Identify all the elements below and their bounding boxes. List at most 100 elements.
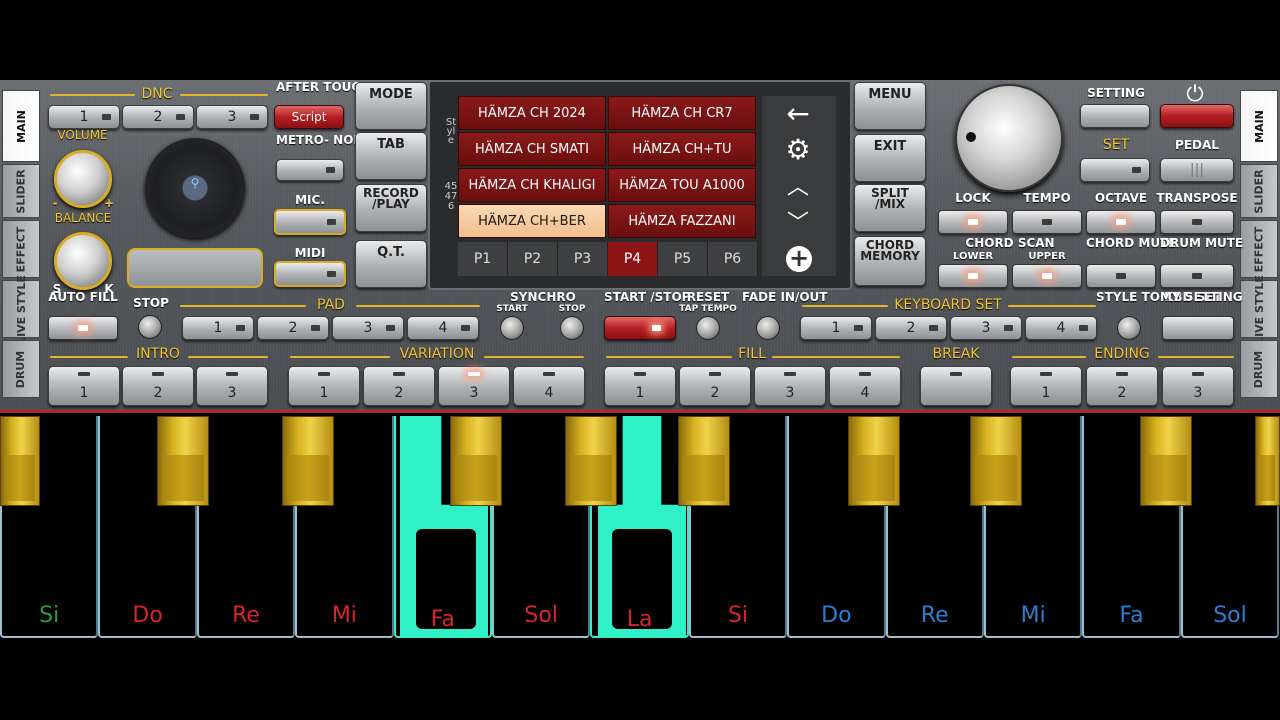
power-button[interactable] <box>1160 104 1234 128</box>
tab-effect-right[interactable]: EFFECT <box>1240 220 1278 278</box>
exit-button[interactable]: EXIT <box>854 134 926 182</box>
tab-slider-right[interactable]: SLIDER <box>1240 164 1278 218</box>
intro-button-2[interactable]: 2 <box>122 366 194 406</box>
variation-button-3[interactable]: 3 <box>438 366 510 406</box>
tab-live-style-left[interactable]: LIVE STYLE <box>2 275 40 343</box>
fill-button-2[interactable]: 2 <box>679 366 751 406</box>
intro-button-3[interactable]: 3 <box>196 366 268 406</box>
black-key[interactable] <box>282 416 334 506</box>
kbd-set-button-2[interactable]: 2 <box>875 316 947 340</box>
dnc-button-1[interactable]: 1 <box>48 105 120 129</box>
black-key[interactable] <box>970 416 1022 506</box>
style-item[interactable]: HÄMZA CH CR7 <box>608 96 756 130</box>
auto-fill-button[interactable] <box>48 316 118 340</box>
ending-button-1[interactable]: 1 <box>1010 366 1082 406</box>
octave-button[interactable] <box>1086 210 1156 234</box>
page-tab-p5[interactable]: P5 <box>658 242 708 276</box>
fill-button-1[interactable]: 1 <box>604 366 676 406</box>
style-item[interactable]: HÄMZA CH KHALIGI <box>458 168 606 202</box>
black-key[interactable] <box>678 416 730 506</box>
style-item[interactable]: HÄMZA TOU A1000 <box>608 168 756 202</box>
add-icon[interactable]: + <box>786 246 812 272</box>
black-key[interactable] <box>848 416 900 506</box>
tempo-button[interactable] <box>1012 210 1082 234</box>
reset-knob[interactable] <box>696 316 720 340</box>
synchro-stop-knob[interactable] <box>560 316 584 340</box>
kbd-set-button-4[interactable]: 4 <box>1025 316 1097 340</box>
lock-button[interactable] <box>938 210 1008 234</box>
dnc-button-3[interactable]: 3 <box>196 105 268 129</box>
tab-button[interactable]: TAB <box>355 132 427 180</box>
kbd-set-button-1[interactable]: 1 <box>800 316 872 340</box>
style-item[interactable]: HÄMZA FAZZANI <box>608 204 756 238</box>
variation-button-4[interactable]: 4 <box>513 366 585 406</box>
black-key[interactable] <box>1140 416 1192 506</box>
pad-button-4[interactable]: 4 <box>407 316 479 340</box>
pad-button-1[interactable]: 1 <box>182 316 254 340</box>
back-arrow-icon[interactable]: ← <box>768 96 828 130</box>
upper-button[interactable] <box>1012 264 1082 288</box>
pad-button-3[interactable]: 3 <box>332 316 404 340</box>
style-item[interactable]: HÄMZA CH SMATI <box>458 132 606 166</box>
page-tab-p6[interactable]: P6 <box>708 242 758 276</box>
ending-button-2[interactable]: 2 <box>1086 366 1158 406</box>
drum-mute-button[interactable] <box>1160 264 1234 288</box>
fill-button-3[interactable]: 3 <box>754 366 826 406</box>
record-play-button[interactable]: RECORD /PLAY <box>355 184 427 232</box>
lower-button[interactable] <box>938 264 1008 288</box>
page-tab-p2[interactable]: P2 <box>508 242 558 276</box>
ending-button-3[interactable]: 3 <box>1162 366 1234 406</box>
gear-icon[interactable]: ⚙ <box>768 132 828 166</box>
touch-pad[interactable] <box>127 248 263 288</box>
page-tab-p1[interactable]: P1 <box>458 242 508 276</box>
metronome-button[interactable] <box>276 159 344 181</box>
tab-drum-right[interactable]: DRUM <box>1240 340 1278 398</box>
kbd-set-button-3[interactable]: 3 <box>950 316 1022 340</box>
variation-button-2[interactable]: 2 <box>363 366 435 406</box>
page-tab-p4[interactable]: P4 <box>608 242 658 276</box>
menu-button[interactable]: MENU <box>854 82 926 130</box>
chord-mute-button[interactable] <box>1086 264 1156 288</box>
setting-button[interactable] <box>1080 104 1150 128</box>
transpose-button[interactable] <box>1160 210 1234 234</box>
tab-live-style-right[interactable]: LIVE STYLE <box>1240 275 1278 343</box>
midi-button[interactable] <box>274 261 346 287</box>
black-key[interactable] <box>1255 416 1280 506</box>
tab-main-left[interactable]: MAIN <box>2 90 40 162</box>
fade-knob[interactable] <box>756 316 780 340</box>
fill-button-4[interactable]: 4 <box>829 366 901 406</box>
chevron-up-icon[interactable]: ︿ <box>768 168 828 202</box>
set-button[interactable] <box>1080 158 1150 182</box>
style-to-kbd-knob[interactable] <box>1117 316 1141 340</box>
dnc-button-2[interactable]: 2 <box>122 105 194 129</box>
intro-button-1[interactable]: 1 <box>48 366 120 406</box>
style-item-selected[interactable]: HÄMZA CH+BER <box>458 204 606 238</box>
style-item[interactable]: HÄMZA CH+TU <box>608 132 756 166</box>
synchro-start-knob[interactable] <box>500 316 524 340</box>
white-key-re[interactable]: Re <box>196 416 296 638</box>
tab-slider-left[interactable]: SLIDER <box>2 164 40 218</box>
black-key[interactable] <box>450 416 502 506</box>
page-tab-p3[interactable]: P3 <box>558 242 608 276</box>
script-button[interactable]: Script <box>274 105 344 129</box>
black-key[interactable] <box>565 416 617 506</box>
start-stop-button[interactable] <box>604 316 676 340</box>
tab-drum-left[interactable]: DRUM <box>2 340 40 398</box>
tab-effect-left[interactable]: EFFECT <box>2 220 40 278</box>
chord-memory-button[interactable]: CHORD MEMORY <box>854 236 926 286</box>
tab-main-right[interactable]: MAIN <box>1240 90 1278 162</box>
qt-button[interactable]: Q.T. <box>355 240 427 288</box>
break-button[interactable] <box>920 366 992 406</box>
style-item[interactable]: HÄMZA CH 2024 <box>458 96 606 130</box>
pad-button-2[interactable]: 2 <box>257 316 329 340</box>
mode-button[interactable]: MODE <box>355 82 427 130</box>
pad-stop-knob[interactable] <box>138 315 162 339</box>
pedal-button[interactable]: ||| <box>1160 158 1234 182</box>
black-key[interactable] <box>157 416 209 506</box>
chevron-down-icon[interactable]: ﹀ <box>768 204 828 238</box>
mic-button[interactable] <box>274 209 346 235</box>
split-mix-button[interactable]: SPLIT /MIX <box>854 184 926 232</box>
my-setting-button[interactable] <box>1162 316 1234 340</box>
variation-button-1[interactable]: 1 <box>288 366 360 406</box>
black-key[interactable] <box>0 416 40 506</box>
